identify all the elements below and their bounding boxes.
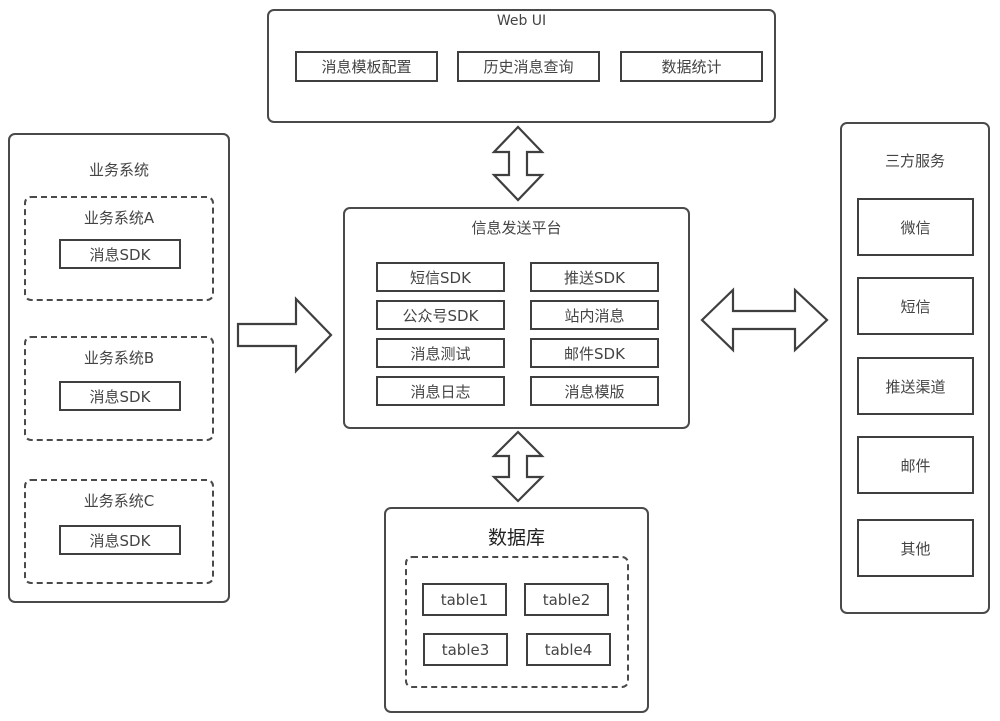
left-right-arrow-icon — [700, 287, 829, 353]
platform-third-party-arrow — [700, 287, 829, 353]
up-down-arrow-icon — [491, 430, 545, 503]
third-party-title: 三方服务 — [884, 152, 945, 170]
platform-module[interactable]: 邮件SDK — [530, 338, 659, 368]
platform-module[interactable]: 消息模版 — [530, 376, 659, 406]
database-table[interactable]: table3 — [423, 633, 508, 666]
third-party-service[interactable]: 推送渠道 — [857, 357, 974, 415]
business-systems-title: 业务系统 — [88, 161, 149, 179]
business-system-a-title: 业务系统A — [83, 209, 155, 227]
database-table[interactable]: table4 — [526, 633, 611, 666]
business-system-b-title: 业务系统B — [83, 349, 155, 367]
message-sdk-box[interactable]: 消息SDK — [59, 239, 181, 269]
database-title: 数据库 — [487, 527, 545, 549]
business-system-c-title: 业务系统C — [83, 492, 155, 510]
platform-module[interactable]: 短信SDK — [376, 262, 505, 292]
up-down-arrow-icon — [491, 125, 545, 202]
platform-module[interactable]: 公众号SDK — [376, 300, 505, 330]
platform-database-arrow — [491, 430, 545, 503]
platform-module[interactable]: 消息测试 — [376, 338, 505, 368]
platform-module[interactable]: 推送SDK — [530, 262, 659, 292]
message-platform-title: 信息发送平台 — [471, 219, 562, 237]
third-party-service[interactable]: 短信 — [857, 277, 974, 335]
web-ui-item[interactable]: 数据统计 — [620, 51, 763, 82]
third-party-service[interactable]: 邮件 — [857, 436, 974, 494]
database-table[interactable]: table1 — [422, 583, 507, 616]
platform-webui-arrow — [491, 125, 545, 202]
platform-module[interactable]: 消息日志 — [376, 376, 505, 406]
web-ui-item[interactable]: 消息模板配置 — [295, 51, 438, 82]
message-sdk-box[interactable]: 消息SDK — [59, 525, 181, 555]
web-ui-item[interactable]: 历史消息查询 — [457, 51, 600, 82]
business-to-platform-arrow — [236, 296, 333, 374]
database-table[interactable]: table2 — [524, 583, 609, 616]
third-party-service[interactable]: 其他 — [857, 519, 974, 577]
database-tables-group — [405, 556, 629, 688]
message-sdk-box[interactable]: 消息SDK — [59, 381, 181, 411]
web-ui-title: Web UI — [496, 13, 547, 29]
platform-module[interactable]: 站内消息 — [530, 300, 659, 330]
third-party-service[interactable]: 微信 — [857, 198, 974, 256]
right-arrow-icon — [236, 296, 333, 374]
